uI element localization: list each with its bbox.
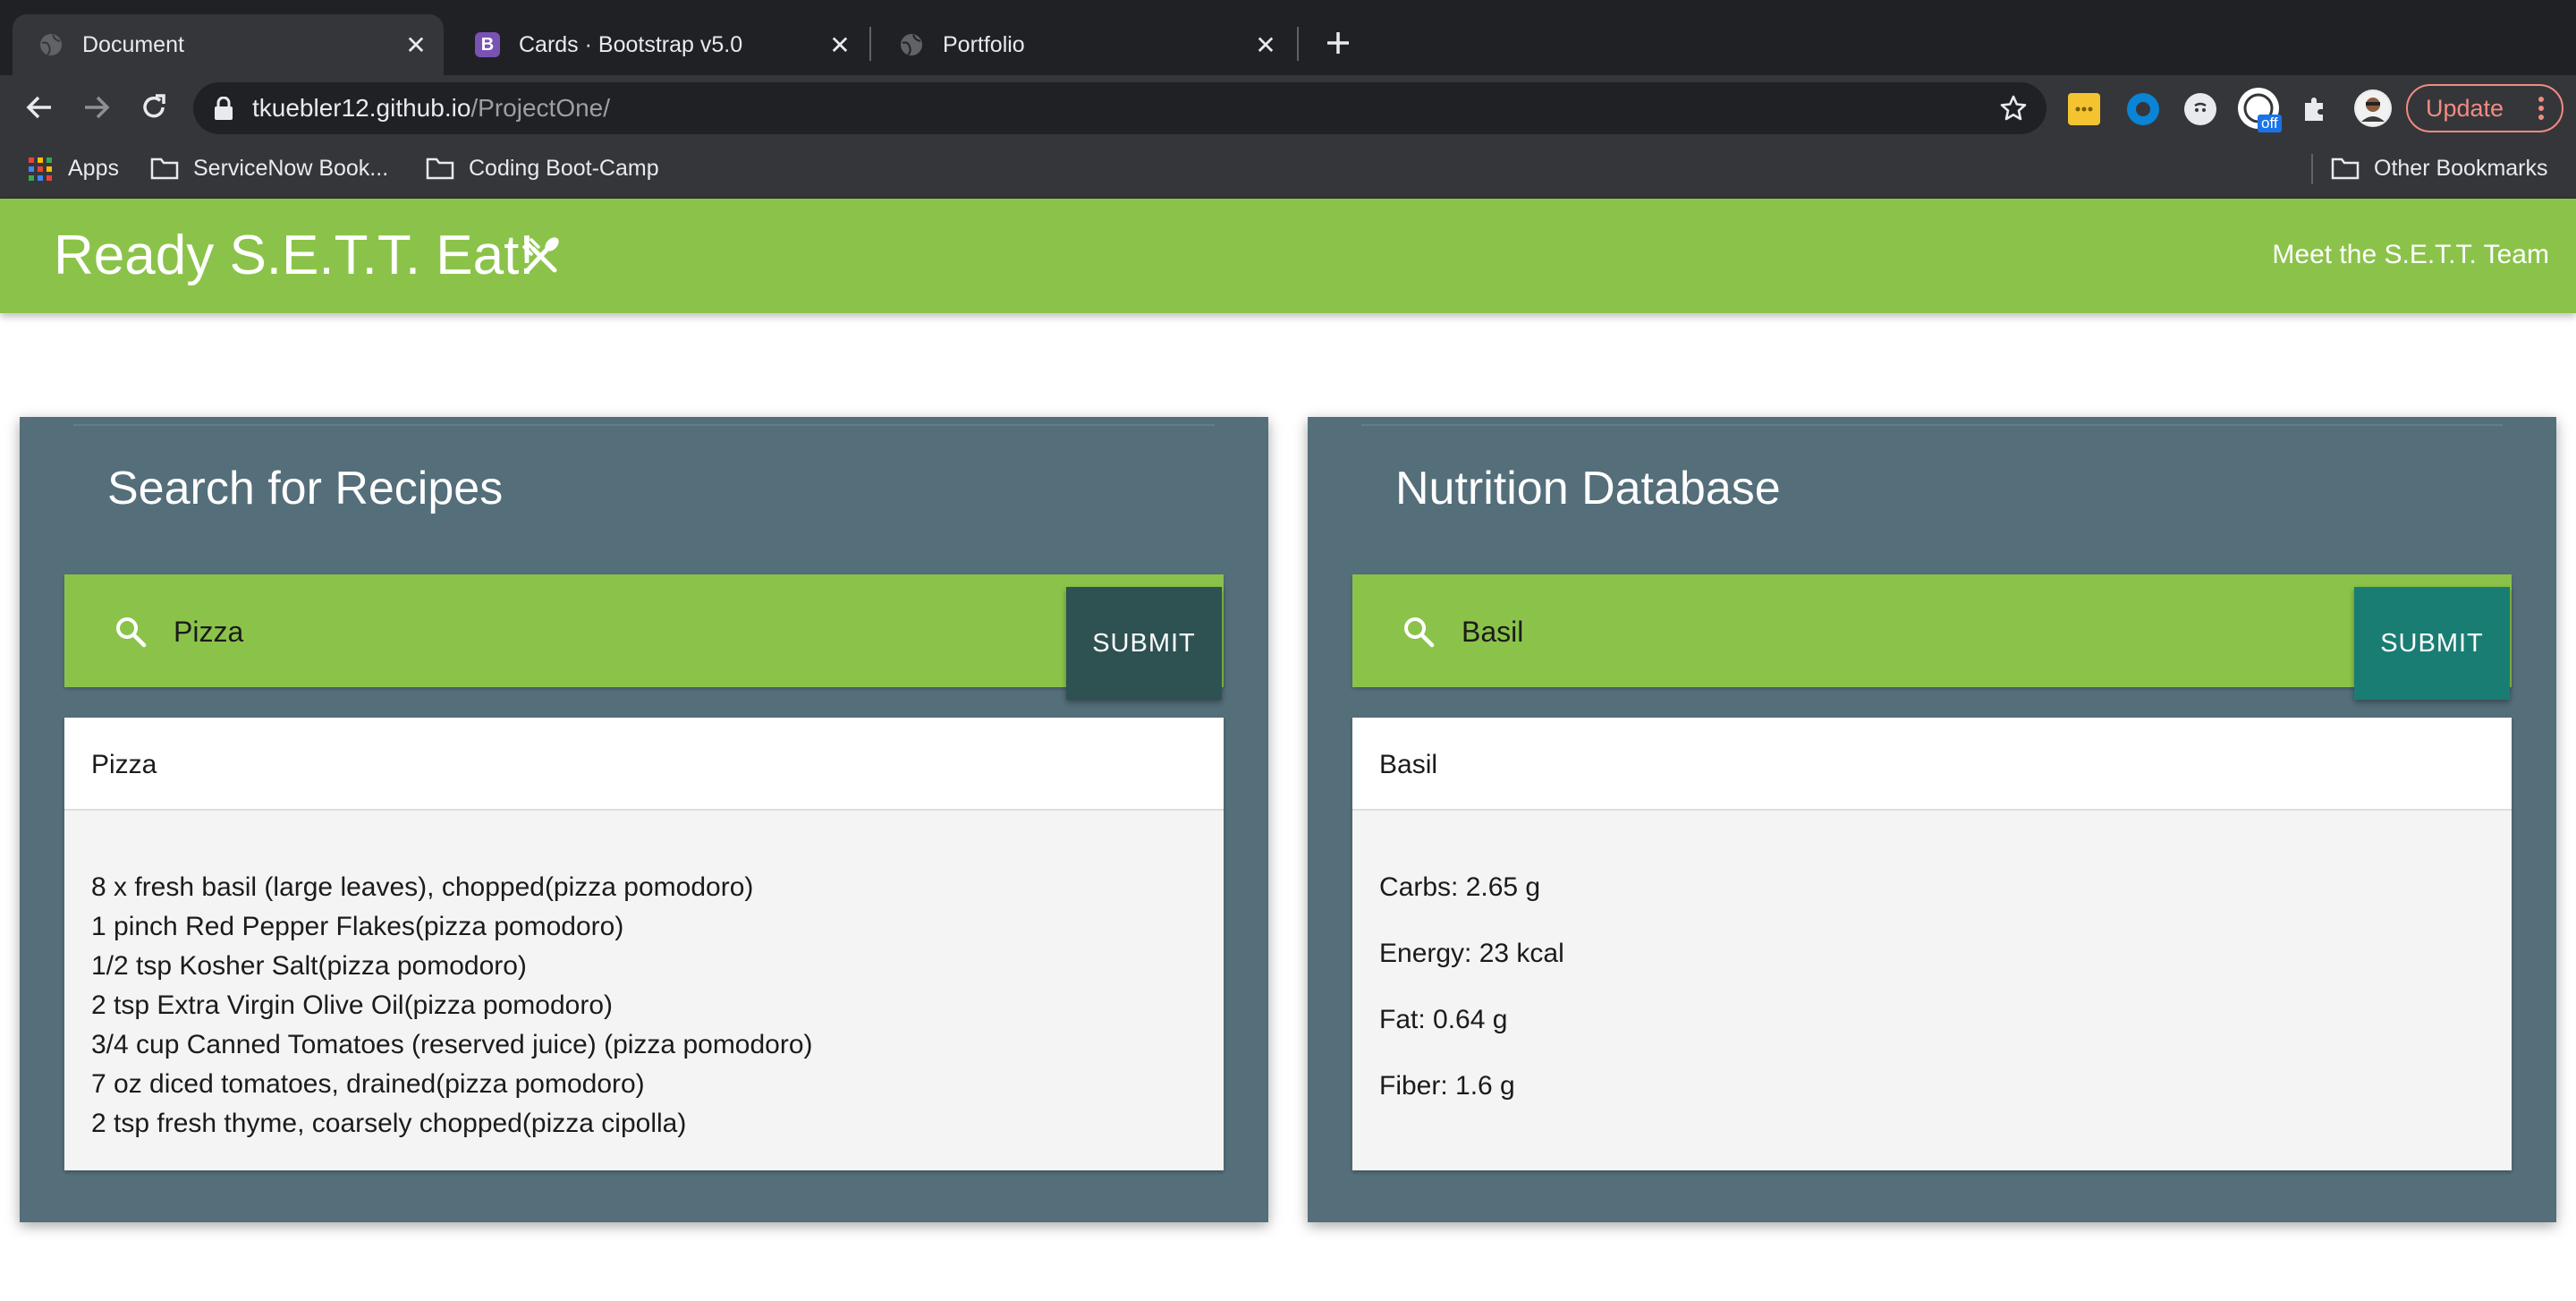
puzzle-extensions-icon[interactable] [2299, 93, 2331, 125]
panel-divider [1361, 424, 2503, 426]
globe-icon [38, 31, 64, 58]
back-arrow-icon[interactable] [18, 86, 61, 129]
bookmark-servicenow[interactable]: ServiceNow Book... [150, 154, 388, 183]
close-icon[interactable]: ✕ [401, 30, 431, 60]
url-text: tkuebler12.github.io/ProjectOne/ [252, 94, 611, 122]
brand-title[interactable]: Ready S.E.T.T. Eat! [54, 224, 535, 287]
meet-team-link[interactable]: Meet the S.E.T.T. Team [2272, 240, 2549, 270]
ingredient-item: 2 tsp fresh thyme, coarsely chopped(pizz… [91, 1109, 687, 1138]
tab-bootstrap-cards[interactable]: B Cards · Bootstrap v5.0 ✕ [449, 14, 868, 75]
bookmarks-bar: Apps ServiceNow Book... Coding Boot-Camp… [0, 140, 2576, 199]
apps-grid-icon [27, 156, 54, 181]
folder-icon [2331, 156, 2360, 181]
tab-document[interactable]: Document ✕ [13, 14, 444, 75]
recipe-submit-button[interactable]: SUBMIT [1066, 587, 1222, 700]
update-button[interactable]: Update [2406, 84, 2563, 132]
folder-icon [426, 156, 454, 181]
utensils-icon [519, 234, 564, 279]
close-icon[interactable]: ✕ [825, 30, 855, 60]
site-navbar: Ready S.E.T.T. Eat! Meet the S.E.T.T. Te… [0, 199, 2576, 313]
search-icon [1401, 614, 1436, 650]
nutrition-search-input[interactable] [1462, 605, 2267, 659]
nutrition-database-panel: Nutrition Database SUBMIT Basil Carbs: 2… [1308, 417, 2556, 1222]
forward-arrow-icon[interactable] [75, 86, 118, 129]
extension-toggle-icon[interactable]: off [2238, 88, 2282, 132]
nutrition-result-card: Basil Carbs: 2.65 g Energy: 23 kcal Fat:… [1352, 718, 2512, 1170]
bookmark-coding-boot-camp[interactable]: Coding Boot-Camp [426, 154, 659, 183]
recipe-panel-title: Search for Recipes [107, 463, 504, 514]
extension-notes-icon[interactable] [2068, 93, 2100, 125]
ingredient-item: 7 oz diced tomatoes, drained(pizza pomod… [91, 1069, 645, 1099]
bookmark-star-icon[interactable] [2000, 95, 2027, 122]
ingredient-item: 8 x fresh basil (large leaves), chopped(… [91, 872, 754, 902]
ingredient-item: 1/2 tsp Kosher Salt(pizza pomodoro) [91, 951, 527, 981]
extension-ring-icon[interactable] [2127, 93, 2159, 125]
tab-separator [869, 27, 871, 61]
globe-icon [898, 31, 925, 58]
nutrition-panel-title: Nutrition Database [1395, 463, 1781, 514]
address-bar[interactable]: tkuebler12.github.io/ProjectOne/ [193, 82, 2046, 134]
browser-tab-bar: Document ✕ B Cards · Bootstrap v5.0 ✕ Po… [0, 0, 2576, 75]
extension-face-icon[interactable] [2184, 93, 2216, 125]
close-icon[interactable]: ✕ [1250, 30, 1281, 60]
extension-badge: off [2258, 115, 2282, 132]
lock-icon[interactable] [213, 96, 234, 120]
nutrition-fact: Energy: 23 kcal [1379, 939, 1564, 968]
ingredient-item: 2 tsp Extra Virgin Olive Oil(pizza pomod… [91, 991, 614, 1020]
ingredient-item: 3/4 cup Canned Tomatoes (reserved juice)… [91, 1030, 813, 1059]
bookmark-apps[interactable]: Apps [27, 154, 119, 183]
tab-title: Portfolio [943, 31, 1025, 57]
nutrition-fact: Fiber: 1.6 g [1379, 1071, 1515, 1101]
bootstrap-icon: B [474, 31, 501, 58]
search-icon [113, 614, 148, 650]
recipe-result-card: Pizza 8 x fresh basil (large leaves), ch… [64, 718, 1224, 1170]
more-vert-icon[interactable] [2538, 97, 2544, 120]
recipe-card-header: Pizza [64, 718, 1224, 811]
reload-icon[interactable] [132, 86, 175, 129]
nutrition-fact: Carbs: 2.65 g [1379, 872, 1541, 902]
bookmark-separator [2311, 154, 2313, 184]
ingredient-list: 8 x fresh basil (large leaves), chopped(… [91, 868, 813, 1144]
tab-portfolio[interactable]: Portfolio ✕ [873, 14, 1293, 75]
nutrition-search-bar [1352, 574, 2512, 687]
ingredient-item: 1 pinch Red Pepper Flakes(pizza pomodoro… [91, 912, 624, 941]
folder-icon [150, 156, 179, 181]
tab-title: Cards · Bootstrap v5.0 [519, 31, 743, 57]
recipe-result-title: Pizza [91, 750, 157, 779]
nutrition-result-title: Basil [1379, 750, 1438, 779]
nutrition-facts-list: Carbs: 2.65 g Energy: 23 kcal Fat: 0.64 … [1379, 868, 1564, 1133]
panel-divider [73, 424, 1215, 426]
nutrition-fact: Fat: 0.64 g [1379, 1005, 1508, 1034]
tab-title: Document [82, 31, 184, 57]
profile-avatar[interactable] [2354, 89, 2392, 127]
tab-separator [1297, 27, 1299, 61]
nutrition-submit-button[interactable]: SUBMIT [2354, 587, 2510, 700]
recipe-search-input[interactable] [174, 605, 979, 659]
recipe-search-bar [64, 574, 1224, 687]
bookmark-other-bookmarks[interactable]: Other Bookmarks [2331, 154, 2548, 183]
nutrition-card-header: Basil [1352, 718, 2512, 811]
recipe-search-panel: Search for Recipes SUBMIT Pizza 8 x fres… [20, 417, 1268, 1222]
plus-icon[interactable] [1318, 23, 1358, 63]
browser-toolbar: tkuebler12.github.io/ProjectOne/ off Upd… [0, 75, 2576, 140]
